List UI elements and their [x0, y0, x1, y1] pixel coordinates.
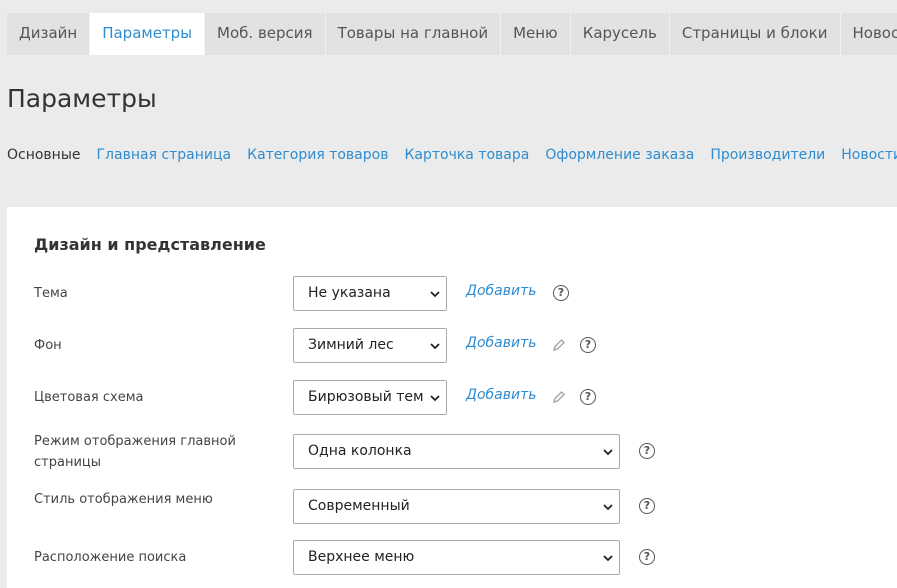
chevron-down-icon: [430, 395, 440, 402]
search-position-select[interactable]: Верхнее меню: [293, 540, 620, 575]
page-title: Параметры: [7, 84, 157, 113]
tab-menu[interactable]: Меню: [501, 13, 571, 55]
home-mode-select[interactable]: Одна колонка: [293, 434, 620, 469]
tab-news[interactable]: Новости: [841, 13, 897, 55]
setting-row-menu-style: Стиль отображения меню Современный ?: [7, 489, 897, 525]
menu-style-select[interactable]: Современный: [293, 489, 620, 524]
chevron-down-icon: [603, 504, 613, 511]
subnav-basic[interactable]: Основные: [7, 147, 81, 163]
background-select-value: Зимний лес: [308, 337, 394, 353]
question-circle-icon[interactable]: ?: [553, 285, 569, 301]
tab-pages-blocks[interactable]: Страницы и блоки: [670, 13, 841, 55]
tab-mobile-version[interactable]: Моб. версия: [205, 13, 326, 55]
menu-style-label: Стиль отображения меню: [34, 492, 213, 507]
chevron-down-icon: [603, 449, 613, 456]
subnav-home-page[interactable]: Главная страница: [97, 147, 232, 163]
menu-style-select-value: Современный: [308, 498, 410, 514]
background-add-link[interactable]: Добавить: [466, 335, 536, 351]
search-position-select-value: Верхнее меню: [308, 549, 415, 565]
search-position-label: Расположение поиска: [34, 550, 187, 565]
question-circle-icon[interactable]: ?: [639, 443, 655, 459]
theme-add-link[interactable]: Добавить: [466, 283, 536, 299]
chevron-down-icon: [430, 343, 440, 350]
tab-parameters[interactable]: Параметры: [90, 13, 206, 55]
theme-label: Тема: [34, 286, 68, 301]
pencil-icon[interactable]: [552, 338, 566, 352]
color-scheme-select-value: Бирюзовый тем: [308, 389, 424, 405]
theme-select[interactable]: Не указана: [293, 276, 447, 311]
subnav-checkout[interactable]: Оформление заказа: [545, 147, 694, 163]
background-select[interactable]: Зимний лес: [293, 328, 447, 363]
question-circle-icon[interactable]: ?: [580, 389, 596, 405]
subnav-manufacturers[interactable]: Производители: [710, 147, 825, 163]
setting-row-color-scheme: Цветовая схема Бирюзовый тем Добавить ?: [7, 380, 897, 416]
background-label: Фон: [34, 338, 62, 353]
setting-row-background: Фон Зимний лес Добавить ?: [7, 328, 897, 364]
pencil-icon[interactable]: [552, 390, 566, 404]
settings-panel: Дизайн и представление Тема Не указана Д…: [7, 207, 897, 588]
subnav-product-category[interactable]: Категория товаров: [247, 147, 388, 163]
setting-row-home-mode: Режим отображения главной страницы Одна …: [7, 431, 897, 473]
setting-row-search-position: Расположение поиска Верхнее меню ?: [7, 540, 897, 576]
color-scheme-add-link[interactable]: Добавить: [466, 387, 536, 403]
section-title: Дизайн и представление: [34, 235, 266, 254]
top-tab-bar: Дизайн Параметры Моб. версия Товары на г…: [7, 13, 897, 55]
question-circle-icon[interactable]: ?: [580, 337, 596, 353]
theme-select-value: Не указана: [308, 285, 391, 301]
color-scheme-select[interactable]: Бирюзовый тем: [293, 380, 447, 415]
subnav-product-card[interactable]: Карточка товара: [404, 147, 529, 163]
home-mode-label: Режим отображения главной страницы: [34, 434, 236, 470]
tab-design[interactable]: Дизайн: [7, 13, 91, 55]
home-mode-select-value: Одна колонка: [308, 443, 412, 459]
subnav-news[interactable]: Новости: [841, 147, 897, 163]
color-scheme-label: Цветовая схема: [34, 390, 144, 405]
tab-carousel[interactable]: Карусель: [571, 13, 670, 55]
question-circle-icon[interactable]: ?: [639, 498, 655, 514]
chevron-down-icon: [603, 555, 613, 562]
setting-row-theme: Тема Не указана Добавить ?: [7, 276, 897, 312]
question-circle-icon[interactable]: ?: [639, 549, 655, 565]
settings-subnav: Основные Главная страница Категория това…: [7, 147, 897, 163]
tab-home-products[interactable]: Товары на главной: [326, 13, 502, 55]
chevron-down-icon: [430, 291, 440, 298]
